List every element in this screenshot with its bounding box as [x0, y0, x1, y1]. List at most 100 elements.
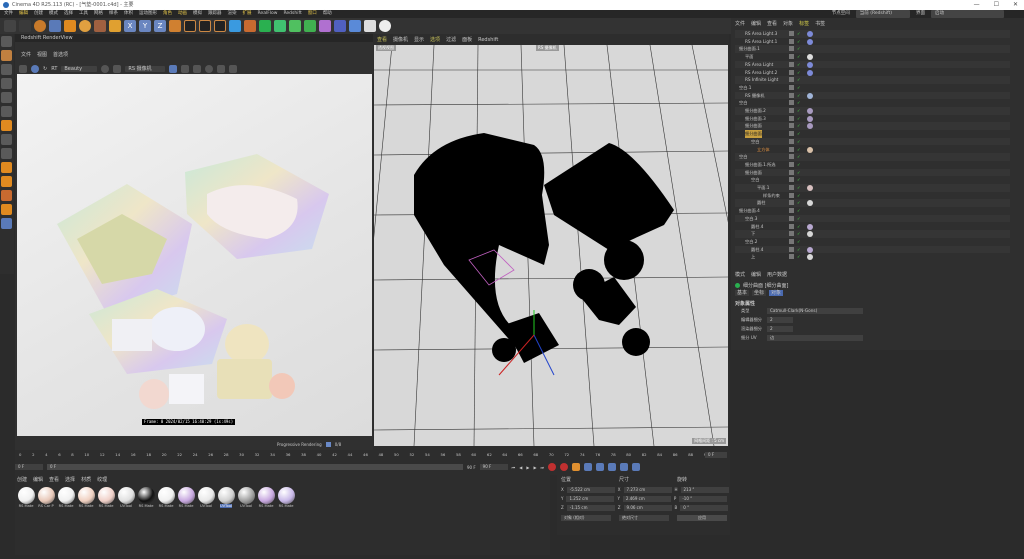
- menu-item[interactable]: 选择: [64, 10, 73, 18]
- light-icon[interactable]: [379, 20, 391, 32]
- material-swatch[interactable]: UVTool: [117, 487, 135, 508]
- visibility-toggle[interactable]: [789, 54, 794, 60]
- make-editable-icon[interactable]: [1, 36, 12, 47]
- material-swatch[interactable]: UVTool: [237, 487, 255, 508]
- object-row[interactable]: RS Area Light ✓: [735, 60, 1010, 69]
- object-row[interactable]: 空白 ✓: [735, 153, 1010, 161]
- coordinate-input[interactable]: -10 °: [679, 496, 728, 502]
- menu-item[interactable]: 渲染: [228, 10, 237, 18]
- visibility-toggle[interactable]: [789, 231, 794, 237]
- visibility-toggle[interactable]: [789, 92, 794, 98]
- material-tag-icon[interactable]: [807, 254, 813, 261]
- snap-settings-icon[interactable]: [1, 176, 12, 187]
- viewport-menu-item[interactable]: 面板: [462, 36, 472, 44]
- visibility-toggle[interactable]: [789, 161, 794, 167]
- material-tag-icon[interactable]: [807, 123, 813, 130]
- coordinate-input[interactable]: -5.522 cm: [566, 487, 615, 493]
- am-tab[interactable]: 坐标: [752, 290, 767, 296]
- visibility-toggle[interactable]: [789, 154, 794, 160]
- coordinate-input[interactable]: 9.06 cm: [623, 505, 672, 511]
- material-menu-item[interactable]: 创建: [17, 477, 27, 484]
- menu-item[interactable]: 跟踪器: [208, 10, 222, 18]
- object-row[interactable]: 样条约束 ✓: [735, 192, 1010, 200]
- om-menu-item[interactable]: 书签: [815, 20, 825, 28]
- coordinate-input[interactable]: -1.15 cm: [566, 505, 615, 511]
- enabled-check-icon[interactable]: ✓: [797, 115, 801, 123]
- keyframe-selection-icon[interactable]: [572, 463, 581, 471]
- material-menu-item[interactable]: 查看: [49, 477, 59, 484]
- menu-item[interactable]: RealFlow: [258, 10, 278, 18]
- enabled-check-icon[interactable]: ✓: [797, 176, 801, 184]
- snapshot-icon[interactable]: [101, 65, 110, 73]
- object-row[interactable]: 下 ✓: [735, 230, 1010, 238]
- om-menu-item[interactable]: 标签: [799, 20, 809, 28]
- object-row[interactable]: 平面.1 ✓: [735, 184, 1010, 192]
- menu-item[interactable]: 编辑: [19, 10, 28, 18]
- rt-toggle[interactable]: RT: [51, 66, 57, 72]
- material-menu-item[interactable]: 选择: [65, 477, 75, 484]
- menu-item[interactable]: 工具: [79, 10, 88, 18]
- key-param-icon[interactable]: [620, 463, 629, 471]
- am-tab[interactable]: 对象: [769, 290, 784, 296]
- menu-item[interactable]: 动画: [178, 10, 187, 18]
- next-key-icon[interactable]: ▶: [533, 465, 536, 470]
- object-row[interactable]: 圆柱.4 ✓: [735, 245, 1010, 254]
- enabled-check-icon[interactable]: ✓: [797, 107, 801, 115]
- render-settings-icon[interactable]: [214, 20, 226, 32]
- enabled-check-icon[interactable]: ✓: [797, 122, 801, 130]
- solo-icon[interactable]: [1, 204, 12, 215]
- pen-icon[interactable]: [244, 20, 256, 32]
- mograph-icon[interactable]: [304, 20, 316, 32]
- material-swatch[interactable]: RS Mate: [137, 487, 155, 508]
- coordinate-input[interactable]: 1.252 cm: [566, 496, 615, 502]
- material-tag-icon[interactable]: [807, 115, 813, 122]
- recent-tools-icon[interactable]: [94, 20, 106, 32]
- visibility-toggle[interactable]: [789, 200, 794, 206]
- camera-select[interactable]: RS 摄像机: [125, 66, 166, 72]
- material-tag-icon[interactable]: [807, 231, 813, 238]
- enabled-check-icon[interactable]: ✓: [797, 76, 801, 84]
- material-swatch[interactable]: RS Mate: [177, 487, 195, 508]
- viewport-menu-item[interactable]: Redshift: [478, 36, 498, 44]
- lock-icon[interactable]: [1, 190, 12, 201]
- om-menu-item[interactable]: 文件: [735, 20, 745, 28]
- visibility-toggle[interactable]: [789, 84, 794, 90]
- tweak-icon[interactable]: [1, 148, 12, 159]
- enabled-check-icon[interactable]: ✓: [797, 192, 801, 200]
- autokey-icon[interactable]: [560, 463, 569, 471]
- object-row[interactable]: 细分曲面.2 ✓: [735, 107, 1010, 115]
- menu-item[interactable]: Redshift: [283, 10, 301, 18]
- object-row[interactable]: 上 ✓: [735, 253, 1010, 261]
- material-tag-icon[interactable]: [807, 31, 813, 37]
- perspective-viewport[interactable]: 透视视图 RS 摄像机 网格间距 : 5 cm: [374, 45, 728, 446]
- subdivision-icon[interactable]: [259, 20, 271, 32]
- zoom-icon[interactable]: [229, 65, 238, 73]
- apply-button[interactable]: 应用: [677, 515, 727, 521]
- enabled-check-icon[interactable]: ✓: [797, 53, 801, 61]
- object-row[interactable]: 细分曲面.4 ✓: [735, 207, 1010, 215]
- enabled-check-icon[interactable]: ✓: [797, 215, 801, 223]
- enabled-check-icon[interactable]: ✓: [797, 230, 801, 238]
- coordinate-input[interactable]: 0 °: [680, 505, 729, 511]
- attribute-input[interactable]: 2: [767, 317, 793, 323]
- axis-mode-icon[interactable]: [1, 134, 12, 145]
- menu-item[interactable]: 帮助: [323, 10, 332, 18]
- menu-item[interactable]: 模拟: [193, 10, 202, 18]
- render-view-icon[interactable]: [184, 20, 196, 32]
- material-tag-icon[interactable]: [807, 92, 813, 99]
- visibility-toggle[interactable]: [789, 31, 794, 36]
- workplane-icon[interactable]: [1, 120, 12, 131]
- material-swatch[interactable]: RS Mate: [97, 487, 115, 508]
- key-scale-icon[interactable]: [596, 463, 605, 471]
- visibility-toggle[interactable]: [789, 69, 794, 75]
- om-menu-item[interactable]: 编辑: [751, 20, 761, 28]
- material-tag-icon[interactable]: [807, 61, 813, 68]
- om-menu-item[interactable]: 查看: [767, 20, 777, 28]
- material-tag-icon[interactable]: [807, 54, 813, 61]
- axis-z-button[interactable]: Z: [154, 20, 166, 32]
- visibility-toggle[interactable]: [789, 185, 794, 190]
- coordinate-system-icon[interactable]: [169, 20, 181, 32]
- menu-item[interactable]: 模式: [49, 10, 58, 18]
- enabled-check-icon[interactable]: ✓: [797, 38, 801, 46]
- object-row[interactable]: 细分曲面.1 ✓: [735, 45, 1010, 54]
